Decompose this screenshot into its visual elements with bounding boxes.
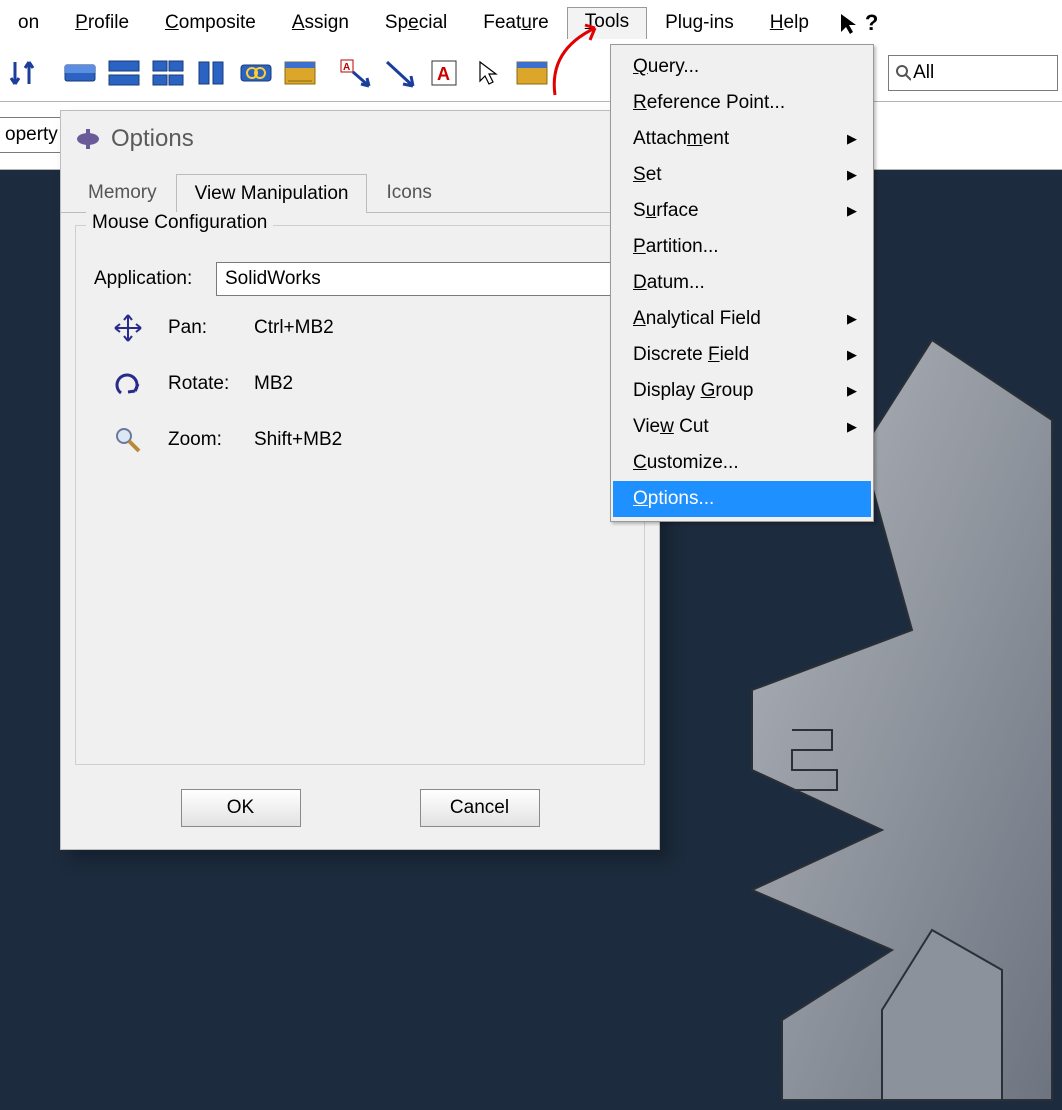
mouse-action-label: Pan: (168, 317, 248, 339)
mouse-action-label: Rotate: (168, 373, 248, 395)
search-icon (895, 64, 911, 82)
single-view-icon[interactable] (60, 55, 100, 91)
mouse-row-rotate: Rotate: MB2 (112, 368, 630, 400)
menu-on[interactable]: on (0, 8, 57, 38)
tools-menu: Query...Reference Point...Attachment▶Set… (610, 44, 874, 522)
tab-view-manipulation[interactable]: View Manipulation (176, 174, 368, 213)
tools-menu-item-options[interactable]: Options... (613, 481, 871, 517)
submenu-arrow-icon: ▶ (847, 311, 857, 327)
tools-menu-item-attachment[interactable]: Attachment▶ (613, 121, 871, 157)
tab-icons[interactable]: Icons (367, 173, 450, 212)
menu-ecial[interactable]: Special (367, 8, 465, 38)
dialog-title-bar: Options (61, 111, 659, 157)
submenu-arrow-icon: ▶ (847, 383, 857, 399)
quad-view-icon[interactable] (148, 55, 188, 91)
dialog-title: Options (111, 125, 194, 153)
context-help-icon[interactable]: ? (827, 10, 888, 36)
menu-help[interactable]: Help (752, 8, 827, 38)
application-value: SolidWorks (225, 268, 321, 290)
filter-input[interactable] (911, 61, 1051, 85)
annotate-arrow-icon[interactable]: A (336, 55, 376, 91)
mouse-row-zoom: Zoom: Shift+MB2 (112, 424, 630, 456)
columns-view-icon[interactable] (192, 55, 232, 91)
module-value: operty (5, 124, 58, 146)
application-label: Application: (94, 268, 204, 290)
tools-menu-item-surface[interactable]: Surface▶ (613, 193, 871, 229)
mouse-action-label: Zoom: (168, 429, 248, 451)
filter-field[interactable] (888, 55, 1058, 91)
sort-icon[interactable] (4, 55, 44, 91)
tools-menu-item-customize[interactable]: Customize... (613, 445, 871, 481)
tools-menu-item-displaygroup[interactable]: Display Group▶ (613, 373, 871, 409)
mouse-config-group: Mouse Configuration Application: SolidWo… (75, 225, 645, 765)
submenu-arrow-icon: ▶ (847, 131, 857, 147)
mouse-binding-value: Ctrl+MB2 (254, 317, 630, 339)
rotate-icon (112, 368, 144, 400)
panel-icon[interactable] (280, 55, 320, 91)
document-icon[interactable] (512, 55, 552, 91)
svg-text:A: A (343, 62, 350, 73)
menu-tools[interactable]: Tools (567, 7, 647, 39)
cancel-button[interactable]: Cancel (420, 789, 540, 827)
tab-memory[interactable]: Memory (69, 173, 176, 212)
tools-menu-item-query[interactable]: Query... (613, 49, 871, 85)
mouse-binding-value: Shift+MB2 (254, 429, 630, 451)
tools-menu-item-discretefield[interactable]: Discrete Field▶ (613, 337, 871, 373)
submenu-arrow-icon: ▶ (847, 167, 857, 183)
toolbar: A A (0, 48, 1062, 102)
tools-menu-item-set[interactable]: Set▶ (613, 157, 871, 193)
tools-menu-item-viewcut[interactable]: View Cut▶ (613, 409, 871, 445)
link-icon[interactable] (236, 55, 276, 91)
tools-menu-item-partition[interactable]: Partition... (613, 229, 871, 265)
group-legend: Mouse Configuration (86, 212, 273, 234)
submenu-arrow-icon: ▶ (847, 203, 857, 219)
menubar: onProfileCompositeAssignSpecialFeatureTo… (0, 0, 1062, 48)
submenu-arrow-icon: ▶ (847, 419, 857, 435)
text-icon[interactable]: A (424, 55, 464, 91)
tools-menu-item-datum[interactable]: Datum... (613, 265, 871, 301)
options-icon (75, 126, 101, 152)
split-view-icon[interactable] (104, 55, 144, 91)
tools-menu-item-analyticalfield[interactable]: Analytical Field▶ (613, 301, 871, 337)
options-dialog: Options MemoryView ManipulationIcons Mou… (60, 110, 660, 850)
svg-text:A: A (437, 64, 450, 84)
menu-profile[interactable]: Profile (57, 8, 147, 38)
cursor-icon[interactable] (468, 55, 508, 91)
arrow-icon[interactable] (380, 55, 420, 91)
ok-button[interactable]: OK (181, 789, 301, 827)
tools-menu-item-referencepoint[interactable]: Reference Point... (613, 85, 871, 121)
mouse-row-pan: Pan: Ctrl+MB2 (112, 312, 630, 344)
menu-gins[interactable]: Plug-ins (647, 8, 752, 38)
menu-ure[interactable]: Feature (465, 8, 567, 38)
zoom-icon (112, 424, 144, 456)
menu-assign[interactable]: Assign (274, 8, 367, 38)
dialog-tabs: MemoryView ManipulationIcons (61, 173, 659, 213)
application-select[interactable]: SolidWorks (216, 262, 630, 296)
menu-composite[interactable]: Composite (147, 8, 274, 38)
pan-icon (112, 312, 144, 344)
mouse-binding-value: MB2 (254, 373, 630, 395)
submenu-arrow-icon: ▶ (847, 347, 857, 363)
